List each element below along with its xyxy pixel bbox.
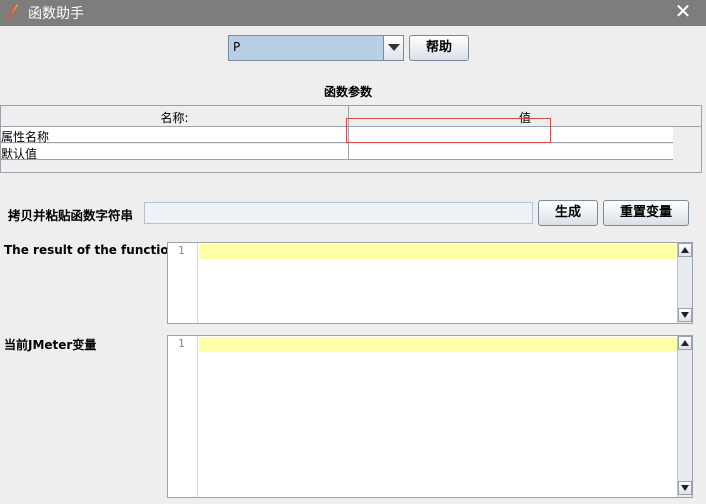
- function-string-field[interactable]: [144, 202, 533, 224]
- row-name: 属性名称: [1, 130, 50, 144]
- help-button[interactable]: 帮助: [409, 35, 469, 61]
- line-gutter: 1: [168, 336, 198, 497]
- jmeter-feather-icon: [8, 4, 18, 20]
- scroll-down-button[interactable]: [678, 308, 692, 322]
- window-title: 函数助手: [28, 6, 84, 22]
- row-name: 默认值: [1, 147, 38, 161]
- line-number: 1: [178, 337, 185, 350]
- params-heading: 函数参数: [323, 85, 372, 99]
- arrow-down-icon: [681, 312, 689, 318]
- variables-label: 当前JMeter变量: [4, 338, 97, 352]
- chevron-down-icon: [388, 44, 400, 51]
- copy-label: 拷贝并粘贴函数字符串: [8, 208, 134, 223]
- arrow-up-icon: [681, 340, 689, 346]
- dropdown-button[interactable]: [383, 36, 403, 60]
- result-label: The result of the function is: [4, 243, 193, 257]
- arrow-up-icon: [681, 247, 689, 253]
- column-header-name[interactable]: 名称:: [1, 109, 348, 126]
- reset-variables-button[interactable]: 重置变量: [603, 200, 689, 226]
- line-gutter: 1: [168, 243, 198, 323]
- function-select[interactable]: P: [228, 35, 404, 61]
- title-bar: 函数助手 ✕: [0, 0, 706, 26]
- function-select-value: P: [233, 40, 241, 54]
- scroll-down-button[interactable]: [678, 481, 692, 495]
- current-line-highlight: [199, 337, 677, 352]
- close-icon[interactable]: ✕: [670, 0, 696, 24]
- vertical-scrollbar[interactable]: [677, 243, 692, 323]
- table-row[interactable]: 默认值: [1, 144, 673, 161]
- result-editor[interactable]: 1: [167, 242, 693, 324]
- line-number: 1: [178, 244, 185, 257]
- scroll-up-button[interactable]: [678, 336, 692, 350]
- variables-editor[interactable]: 1: [167, 335, 693, 498]
- scroll-up-button[interactable]: [678, 243, 692, 257]
- vertical-scrollbar[interactable]: [677, 336, 692, 497]
- generate-button[interactable]: 生成: [538, 200, 598, 226]
- table-row[interactable]: 属性名称: [1, 127, 673, 144]
- annotation-box: [346, 118, 551, 143]
- current-line-highlight: [199, 244, 677, 259]
- arrow-down-icon: [681, 485, 689, 491]
